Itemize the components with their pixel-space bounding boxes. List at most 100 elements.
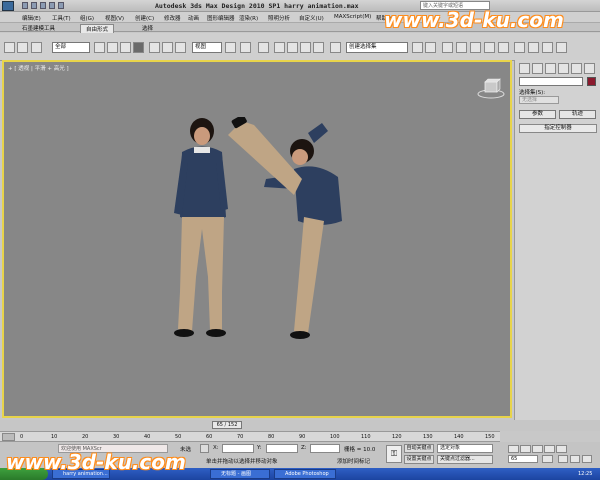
app-icon[interactable]	[2, 1, 14, 11]
timeline-tick-label: 90	[299, 434, 306, 440]
next-frame-icon[interactable]	[544, 445, 555, 453]
pan-icon[interactable]	[570, 455, 580, 463]
current-frame-field[interactable]: 65	[508, 455, 538, 463]
percent-snap-icon[interactable]	[300, 42, 311, 53]
selection-filter-dropdown[interactable]: 全部	[52, 42, 90, 53]
display-tab-icon[interactable]	[571, 63, 582, 74]
time-slider-thumb[interactable]: 65 / 152	[212, 421, 242, 429]
taskbar-item-paint[interactable]: 无标题 - 画图	[210, 469, 270, 479]
open-file-icon[interactable]	[31, 2, 37, 9]
menu-customize[interactable]: 自定义(U)	[299, 14, 324, 22]
trajectories-button[interactable]: 轨迹	[559, 110, 596, 119]
menu-rendering[interactable]: 渲染(R)	[239, 14, 258, 22]
assign-controller-rollout[interactable]: 指定控制器	[519, 124, 597, 133]
key-filters-button[interactable]: 关键点过滤器...	[437, 455, 493, 464]
redo-icon[interactable]	[58, 2, 64, 9]
keyboard-shortcut-icon[interactable]	[258, 42, 269, 53]
pivot-center-icon[interactable]	[225, 42, 236, 53]
motion-tab-icon[interactable]	[558, 63, 569, 74]
menu-view[interactable]: 视图(V)	[105, 14, 124, 22]
link-icon[interactable]	[31, 42, 42, 53]
select-move-icon[interactable]	[149, 42, 160, 53]
window-crossing-icon[interactable]	[133, 42, 144, 53]
render-production-icon[interactable]	[556, 42, 567, 53]
taskbar-item-photoshop[interactable]: Adobe Photoshop	[274, 469, 336, 479]
viewcube-icon[interactable]	[476, 78, 506, 100]
menu-create[interactable]: 创建(C)	[135, 14, 154, 22]
prompt-line: 单击并拖动以选择并移动对象	[206, 459, 278, 465]
lock-selection-icon[interactable]	[200, 444, 209, 453]
schematic-view-icon[interactable]	[484, 42, 495, 53]
viewport-label[interactable]: + [ 透视 | 平滑 + 高光 ]	[8, 64, 69, 72]
new-file-icon[interactable]	[22, 2, 28, 9]
parameters-button[interactable]: 参数	[519, 110, 556, 119]
named-selection-dropdown[interactable]: 创建选择集	[346, 42, 408, 53]
hierarchy-tab-icon[interactable]	[545, 63, 556, 74]
set-key-key-icon[interactable]: ⚿	[386, 445, 402, 463]
material-editor-icon[interactable]	[498, 42, 509, 53]
edit-named-selection-icon[interactable]	[330, 42, 341, 53]
perspective-viewport[interactable]: + [ 透视 | 平滑 + 高光 ]	[2, 60, 512, 418]
goto-end-icon[interactable]	[556, 445, 567, 453]
graphite-toggle-icon[interactable]	[456, 42, 467, 53]
redo-button[interactable]	[17, 42, 28, 53]
select-manipulate-icon[interactable]	[240, 42, 251, 53]
mirror-icon[interactable]	[412, 42, 423, 53]
ref-coord-dropdown[interactable]: 视图	[192, 42, 222, 53]
goto-start-icon[interactable]	[508, 445, 519, 453]
undo-icon[interactable]	[49, 2, 55, 9]
key-mode-dropdown[interactable]: 选定对象	[437, 444, 493, 453]
select-object-icon[interactable]	[94, 42, 105, 53]
timeline-tick-label: 100	[330, 434, 340, 440]
auto-key-button[interactable]: 自动关键点	[404, 444, 434, 453]
tab-graphite-modeling[interactable]: 石墨建模工具	[22, 24, 55, 32]
z-coord-field[interactable]	[310, 444, 340, 453]
select-rotate-icon[interactable]	[162, 42, 173, 53]
menu-edit[interactable]: 编辑(E)	[22, 14, 41, 22]
time-config-icon[interactable]	[542, 455, 553, 463]
watermark-bottom: www.3d-ku.com	[6, 450, 186, 474]
undo-button[interactable]	[4, 42, 15, 53]
menu-modifiers[interactable]: 修改器	[164, 14, 181, 22]
select-by-name-icon[interactable]	[107, 42, 118, 53]
quick-render-icon[interactable]	[542, 42, 553, 53]
menu-animation[interactable]: 动画	[188, 14, 199, 22]
menu-tools[interactable]: 工具(T)	[52, 14, 71, 22]
time-slider-track[interactable]: 65 / 152	[0, 420, 600, 431]
timeline-tick-label: 150	[485, 434, 495, 440]
selection-set-dropdown[interactable]: 无选择	[519, 96, 559, 104]
align-icon[interactable]	[425, 42, 436, 53]
rect-selection-icon[interactable]	[120, 42, 131, 53]
snap-toggle-icon[interactable]	[274, 42, 285, 53]
menu-maxscript[interactable]: MAXScript(M)	[334, 14, 371, 20]
orbit-icon[interactable]	[582, 455, 592, 463]
layer-manager-icon[interactable]	[442, 42, 453, 53]
prev-frame-icon[interactable]	[520, 445, 531, 453]
save-file-icon[interactable]	[40, 2, 46, 9]
track-bar[interactable]: 0 10 20 30 40 50 60 70 80 90 100 110 120 130 140 150	[0, 431, 500, 442]
create-tab-icon[interactable]	[519, 63, 530, 74]
object-color-swatch[interactable]	[587, 77, 596, 86]
curve-editor-icon[interactable]	[470, 42, 481, 53]
add-time-tag[interactable]: 添加时间标记	[337, 457, 370, 465]
tab-selection[interactable]: 选择	[142, 24, 153, 32]
zoom-icon[interactable]	[558, 455, 568, 463]
set-key-button[interactable]: 设置关键点	[404, 455, 434, 464]
render-setup-icon[interactable]	[514, 42, 525, 53]
menu-lighting-analysis[interactable]: 照明分析	[268, 14, 290, 22]
timeline-tick-label: 70	[237, 434, 244, 440]
y-coord-field[interactable]	[266, 444, 298, 453]
render-frame-icon[interactable]	[528, 42, 539, 53]
kicking-character[interactable]	[224, 117, 354, 347]
play-icon[interactable]	[532, 445, 543, 453]
spinner-snap-icon[interactable]	[313, 42, 324, 53]
x-coord-field[interactable]	[222, 444, 254, 453]
select-scale-icon[interactable]	[175, 42, 186, 53]
menu-group[interactable]: 组(G)	[80, 14, 94, 22]
mini-curve-editor-icon[interactable]	[2, 433, 15, 441]
modify-tab-icon[interactable]	[532, 63, 543, 74]
object-name-field[interactable]	[519, 77, 583, 86]
angle-snap-icon[interactable]	[287, 42, 298, 53]
menu-graph-editors[interactable]: 图形编辑器	[207, 14, 235, 22]
utilities-tab-icon[interactable]	[584, 63, 595, 74]
